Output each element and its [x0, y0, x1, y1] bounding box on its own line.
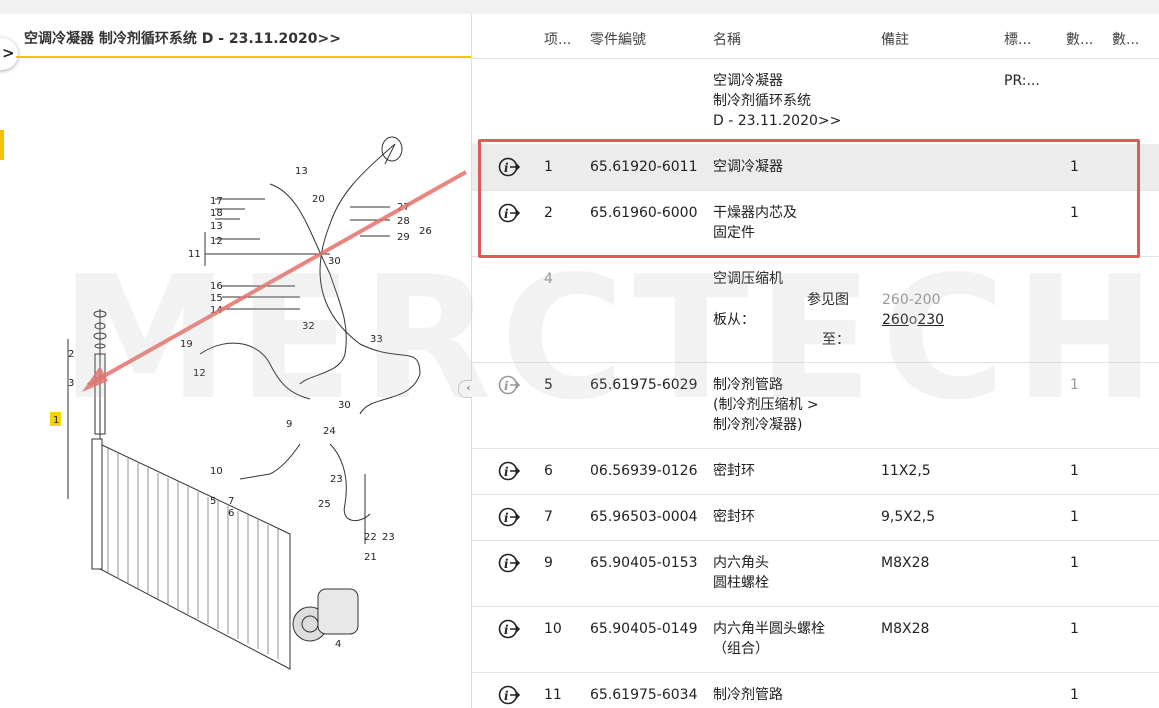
callout-label: 1: [53, 415, 59, 426]
name-line: 空调冷凝器: [713, 73, 783, 89]
svg-text:27: 27: [397, 202, 410, 213]
row-note: 9,5X2,5: [881, 509, 936, 525]
table-row[interactable]: 空调冷凝器 制冷剂循环系统 D - 23.11.2020>> PR:...: [472, 58, 1159, 145]
row-part-no[interactable]: 65.61975-6034: [590, 685, 697, 705]
svg-text:17: 17: [210, 196, 223, 207]
svg-text:21: 21: [364, 552, 377, 563]
svg-text:10: 10: [210, 466, 223, 477]
svg-text:13: 13: [295, 166, 308, 177]
col-note[interactable]: 備註: [881, 29, 909, 49]
name-line: （组合）: [713, 641, 769, 657]
row-item: 10: [544, 621, 562, 637]
diagram-title: 空调冷凝器 制冷剂循环系统 D - 23.11.2020>>: [24, 31, 341, 47]
condenser-part[interactable]: [91, 438, 291, 670]
info-arrow-icon[interactable]: i: [498, 506, 520, 528]
row-note: M8X28: [881, 621, 930, 637]
compressor-part[interactable]: [292, 588, 359, 642]
info-arrow-icon[interactable]: i: [498, 552, 520, 574]
row-part-no[interactable]: 65.90405-0149: [590, 619, 697, 639]
row-qty: 1: [1070, 463, 1079, 479]
name-line: 制冷剂循环系统: [713, 93, 811, 109]
col-std[interactable]: 標...: [1004, 29, 1031, 49]
table-row[interactable]: i 6 06.56939-0126 密封环 11X2,5 1: [472, 448, 1159, 495]
table-header: 项... 零件編號 名稱 備註 標... 數... 數...: [472, 14, 1159, 59]
svg-text:i: i: [504, 465, 509, 479]
row-name: 内六角半圆头螺栓 （组合）: [713, 619, 873, 659]
table-row[interactable]: i 9 65.90405-0153 内六角头 圆柱螺栓 M8X28 1: [472, 540, 1159, 607]
table-row[interactable]: i 7 65.96503-0004 密封环 9,5X2,5 1: [472, 494, 1159, 541]
row-note: M8X28: [881, 555, 930, 571]
watermark: MERCTECH: [60, 240, 1159, 438]
col-part-no[interactable]: 零件編號: [590, 29, 646, 49]
row-note: 11X2,5: [881, 463, 931, 479]
svg-text:26: 26: [419, 226, 432, 237]
row-qty: 1: [1070, 687, 1079, 703]
row-qty: 1: [1070, 509, 1079, 525]
panel-toggle-button[interactable]: >: [0, 38, 18, 70]
svg-text:18: 18: [210, 208, 223, 219]
svg-text:20: 20: [312, 194, 325, 205]
row-name: 空调冷凝器 制冷剂循环系统 D - 23.11.2020>>: [713, 71, 873, 131]
row-std: PR:...: [1004, 73, 1040, 89]
row-name: 制冷剂管路: [713, 687, 783, 703]
row-name: 密封环: [713, 509, 755, 525]
row-item: 11: [544, 687, 562, 703]
row-name: 内六角头 圆柱螺栓: [713, 553, 873, 593]
svg-text:i: i: [504, 511, 509, 525]
top-strip: [0, 0, 1159, 14]
row-qty: 1: [1070, 621, 1079, 637]
title-underline: [16, 56, 471, 58]
svg-text:22: 22: [364, 532, 377, 543]
info-arrow-icon[interactable]: i: [498, 618, 520, 640]
svg-text:7: 7: [228, 496, 234, 507]
table-row[interactable]: i 11 65.61975-6034 制冷剂管路 1: [472, 672, 1159, 708]
chevron-right-icon: >: [2, 44, 15, 62]
svg-text:4: 4: [335, 639, 341, 650]
row-name: 密封环: [713, 463, 755, 479]
svg-text:6: 6: [228, 508, 234, 519]
col-item[interactable]: 项...: [544, 29, 571, 49]
row-part-no[interactable]: 65.96503-0004: [590, 507, 697, 527]
svg-text:28: 28: [397, 216, 410, 227]
info-arrow-icon[interactable]: i: [498, 684, 520, 706]
col-name[interactable]: 名稱: [713, 29, 741, 49]
col-qty[interactable]: 數...: [1066, 29, 1093, 49]
row-qty: 1: [1070, 555, 1079, 571]
table-row[interactable]: i 10 65.90405-0149 内六角半圆头螺栓 （组合） M8X28 1: [472, 606, 1159, 673]
row-part-no[interactable]: 06.56939-0126: [590, 461, 697, 481]
svg-text:25: 25: [318, 499, 331, 510]
svg-text:23: 23: [330, 474, 343, 485]
name-line: 内六角半圆头螺栓: [713, 621, 825, 637]
name-line: D - 23.11.2020>>: [713, 113, 842, 129]
info-arrow-icon[interactable]: i: [498, 460, 520, 482]
row-item: 6: [544, 463, 553, 479]
name-line: 圆柱螺栓: [713, 575, 769, 591]
row-part-no[interactable]: 65.90405-0153: [590, 553, 697, 573]
name-line: 内六角头: [713, 555, 769, 571]
svg-text:i: i: [504, 623, 509, 637]
col-qty2[interactable]: 數...: [1112, 29, 1139, 49]
svg-text:i: i: [504, 689, 509, 703]
svg-text:23: 23: [382, 532, 395, 543]
row-item: 9: [544, 555, 553, 571]
svg-text:5: 5: [210, 496, 216, 507]
svg-text:13: 13: [210, 221, 223, 232]
svg-text:i: i: [504, 557, 509, 571]
row-item: 7: [544, 509, 553, 525]
